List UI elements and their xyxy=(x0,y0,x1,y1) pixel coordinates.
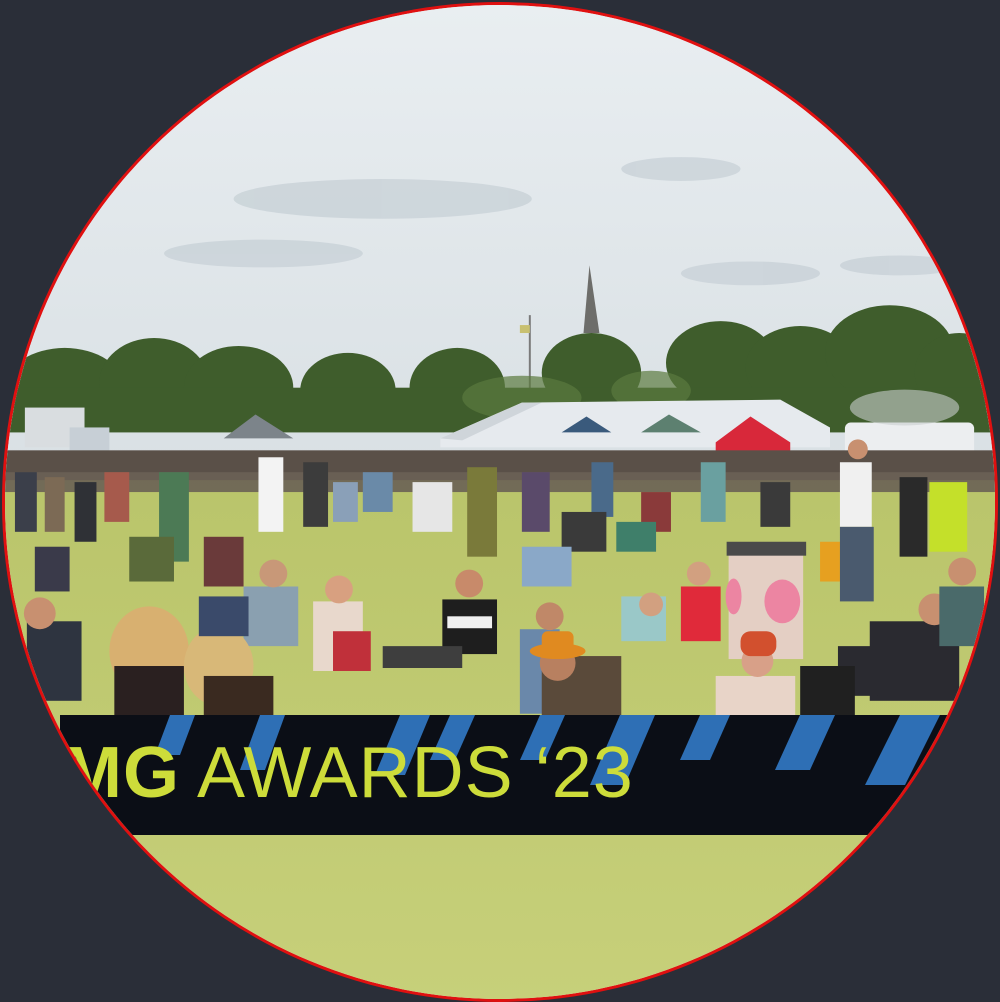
banner-title-rest: AWARDS ‘23 xyxy=(179,733,634,813)
banner-title-bold: MG xyxy=(62,733,180,813)
banner-title: MG AWARDS ‘23 xyxy=(62,737,634,809)
profile-avatar: MG AWARDS ‘23 xyxy=(2,2,998,1002)
awards-banner: MG AWARDS ‘23 xyxy=(60,715,950,835)
festival-crowd-photo xyxy=(5,5,995,999)
standing-man xyxy=(839,439,874,602)
